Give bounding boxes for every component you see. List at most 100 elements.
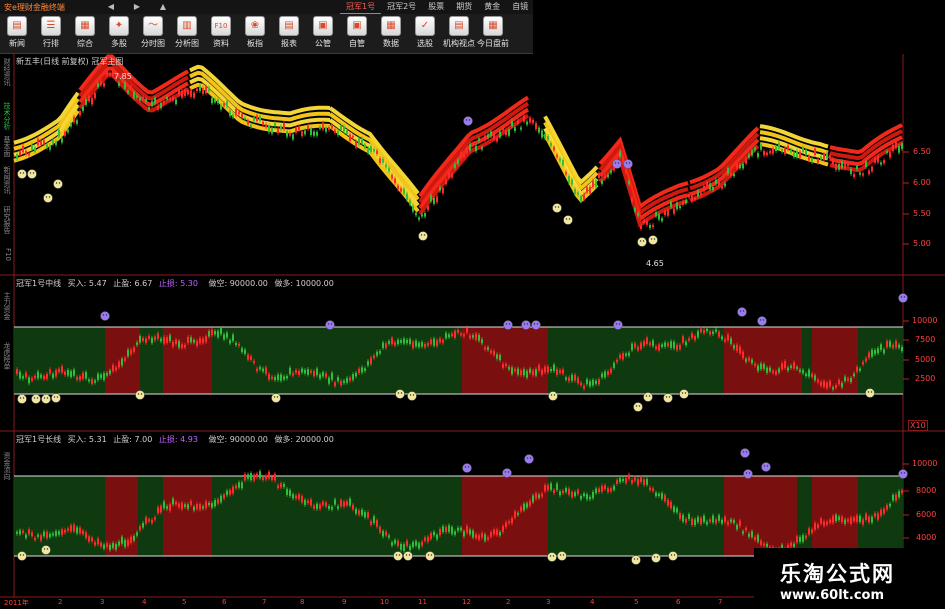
toolbar-button[interactable]: ▣ 自管 bbox=[340, 16, 374, 52]
side-tab-research[interactable]: 研究报告 bbox=[0, 206, 12, 246]
main-candle bbox=[265, 124, 267, 128]
mid-candle bbox=[466, 327, 468, 333]
mid-candle bbox=[424, 343, 426, 348]
forward-button[interactable]: ▶ bbox=[128, 1, 146, 13]
toolbar-button[interactable]: ❀ 板指 bbox=[238, 16, 272, 52]
low-candle bbox=[727, 521, 729, 525]
mid-candle bbox=[793, 362, 795, 369]
main-candle bbox=[373, 149, 375, 152]
main-candle bbox=[796, 150, 798, 158]
side-tab-technical[interactable]: 技术分析 bbox=[0, 102, 12, 136]
toolbar-button[interactable]: ✓ 选股 bbox=[408, 16, 442, 52]
side-tab-news[interactable]: 财经资讯 bbox=[0, 58, 12, 102]
low-candle bbox=[463, 531, 465, 537]
mid-candle bbox=[778, 368, 780, 373]
signal-marker-eye bbox=[742, 451, 745, 453]
side-tab-news-info[interactable]: 新闻资讯 bbox=[0, 166, 12, 206]
toolbar-button[interactable]: ▦ 数据 bbox=[374, 16, 408, 52]
toolbar-button[interactable]: ▥ 分析图 bbox=[170, 16, 204, 52]
low-candle bbox=[757, 534, 759, 542]
mid-candle bbox=[100, 374, 102, 379]
low-candle bbox=[583, 493, 585, 497]
low-candle bbox=[715, 519, 717, 524]
signal-marker-eye bbox=[400, 392, 403, 394]
side-tab-capital[interactable]: 主力资金 bbox=[0, 292, 12, 340]
toolbar-button-label: 公管 bbox=[315, 39, 331, 48]
main-candle bbox=[79, 111, 81, 116]
mid-candle bbox=[736, 344, 738, 351]
mid-candle bbox=[55, 370, 57, 377]
mid-candle bbox=[25, 372, 27, 378]
main-candle bbox=[58, 130, 60, 137]
overview-icon: ▦ bbox=[75, 16, 95, 36]
low-candle bbox=[388, 535, 390, 538]
mid-candle bbox=[604, 371, 606, 378]
low-candle bbox=[301, 495, 303, 503]
signal-marker-eye bbox=[412, 394, 415, 396]
mid-candle bbox=[358, 368, 360, 374]
mid-candle bbox=[814, 375, 816, 381]
low-band bbox=[138, 476, 163, 556]
mid-candle bbox=[499, 354, 501, 361]
signal-marker-eye bbox=[408, 554, 411, 556]
toolbar-button[interactable]: ▣ 公管 bbox=[306, 16, 340, 52]
toolbar-button[interactable]: 〜分时图 bbox=[136, 16, 170, 52]
low-candle bbox=[271, 476, 273, 481]
mid-candle bbox=[289, 367, 291, 375]
low-candle bbox=[640, 477, 642, 482]
mid-candle bbox=[265, 367, 267, 375]
toolbar-button[interactable]: ☰ 行排 bbox=[34, 16, 68, 52]
signal-marker-eye bbox=[273, 396, 276, 398]
low-candle bbox=[442, 526, 444, 533]
toolbar-button[interactable]: ▤ 报表 bbox=[272, 16, 306, 52]
toolbar-button[interactable]: ▤ 机构视点 bbox=[442, 16, 476, 52]
mid-candle bbox=[862, 361, 864, 365]
side-tab-dragon-tiger[interactable]: 龙虎榜单 bbox=[0, 342, 12, 390]
signal-marker-icon bbox=[637, 237, 647, 247]
up-button[interactable]: ▲ bbox=[154, 1, 172, 13]
back-button[interactable]: ◀ bbox=[102, 1, 120, 13]
top-tab[interactable]: 黄金 bbox=[478, 0, 506, 14]
mid-candle bbox=[331, 372, 333, 380]
mid-candle bbox=[28, 377, 30, 384]
top-tab[interactable]: 自镜 bbox=[506, 0, 534, 14]
low-candle bbox=[709, 519, 711, 522]
timeline-label: 6 bbox=[676, 598, 681, 606]
toolbar-button[interactable]: ▤ 新闻 bbox=[0, 16, 34, 52]
low-candle bbox=[829, 519, 831, 523]
chart-canvas[interactable] bbox=[0, 0, 945, 609]
mid-candle bbox=[820, 381, 822, 386]
low-candle bbox=[820, 518, 822, 524]
top-tab[interactable]: 冠军1号 bbox=[340, 0, 382, 14]
toolbar-button[interactable]: F10 资料 bbox=[204, 16, 238, 52]
timeline-label: 4 bbox=[142, 598, 147, 606]
main-candle bbox=[292, 134, 294, 140]
toolbar-button[interactable]: ▦ 今日盘前 bbox=[476, 16, 510, 52]
top-tab[interactable]: 期货 bbox=[450, 0, 478, 14]
mid-candle bbox=[616, 359, 618, 363]
side-tab-fundamental[interactable]: 基本面 bbox=[0, 136, 12, 166]
main-candle bbox=[382, 158, 384, 163]
top-tab[interactable]: 股票 bbox=[422, 0, 450, 14]
main-candle bbox=[397, 185, 399, 190]
mid-candle bbox=[301, 368, 303, 373]
low-candle bbox=[460, 527, 462, 531]
signal-marker-eye bbox=[642, 240, 645, 242]
toolbar-button[interactable]: ✦ 多股 bbox=[102, 16, 136, 52]
toolbar-button[interactable]: ▦ 综合 bbox=[68, 16, 102, 52]
side-tab-f10[interactable]: F10 bbox=[0, 248, 12, 272]
mid-candle bbox=[262, 368, 264, 372]
side-tab-fund-flow[interactable]: 资金流向 bbox=[0, 452, 12, 500]
mid-candle bbox=[19, 371, 21, 379]
main-candle bbox=[850, 168, 852, 174]
mid-candle bbox=[661, 344, 663, 347]
mid-candle bbox=[727, 334, 729, 341]
mid-candle bbox=[607, 371, 609, 376]
low-candle bbox=[655, 492, 657, 497]
top-tab[interactable]: 冠军2号 bbox=[381, 0, 422, 14]
main-candle bbox=[412, 206, 414, 212]
mid-candle bbox=[352, 374, 354, 380]
mid-candle bbox=[346, 378, 348, 383]
main-candle bbox=[262, 121, 264, 126]
main-candle bbox=[346, 130, 348, 134]
